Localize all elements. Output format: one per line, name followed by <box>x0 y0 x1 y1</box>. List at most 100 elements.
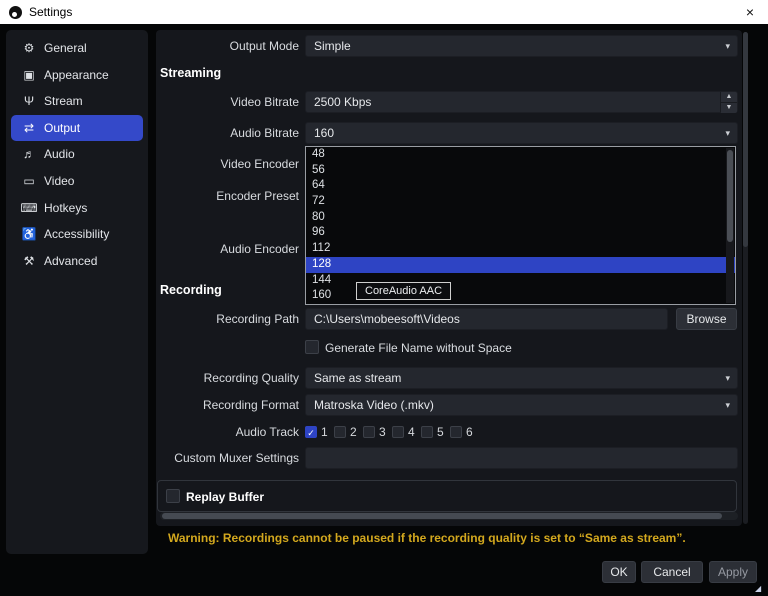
sidebar-item-label: Video <box>44 174 75 188</box>
spin-down-icon[interactable]: ▼ <box>721 103 737 113</box>
sidebar-item-label: Advanced <box>44 254 98 268</box>
video-bitrate-spinbox[interactable]: 2500 Kbps ▲ ▼ <box>305 91 738 113</box>
chevron-down-icon: ▾ <box>725 400 730 410</box>
audio-bitrate-select[interactable]: 160 ▾ <box>305 122 738 144</box>
output-icon: ⇄ <box>23 121 35 135</box>
audio-encoder-label: Audio Encoder <box>220 242 299 256</box>
sidebar: ⚙ General ▣ Appearance Ψ Stream ⇄ Output ♬ Au… <box>6 30 148 554</box>
recording-path-label: Recording Path <box>216 312 299 326</box>
output-mode-select[interactable]: Simple ▾ <box>305 35 738 57</box>
sidebar-item-general[interactable]: ⚙ General <box>11 35 143 61</box>
resize-grip[interactable]: ◢ <box>755 585 763 593</box>
sidebar-item-advanced[interactable]: ⚒ Advanced <box>11 248 143 274</box>
sidebar-item-audio[interactable]: ♬ Audio <box>11 141 143 167</box>
audio-bitrate-label: Audio Bitrate <box>230 126 299 140</box>
audio-track-3-label: 3 <box>379 425 386 439</box>
video-bitrate-value: 2500 Kbps <box>314 95 372 109</box>
recording-quality-select[interactable]: Same as stream ▾ <box>305 367 738 389</box>
horizontal-scrollbar[interactable] <box>160 512 738 520</box>
sidebar-item-accessibility[interactable]: ♿ Accessibility <box>11 221 143 247</box>
sidebar-item-label: General <box>44 41 87 55</box>
video-encoder-label: Video Encoder <box>220 157 299 171</box>
recording-quality-label: Recording Quality <box>203 371 299 385</box>
custom-muxer-input[interactable] <box>305 447 738 469</box>
sidebar-item-label: Audio <box>44 147 75 161</box>
sidebar-item-label: Accessibility <box>44 227 110 241</box>
generate-filename-checkbox[interactable] <box>305 340 319 354</box>
audio-track-3-checkbox[interactable] <box>363 426 375 438</box>
vertical-scrollbar-thumb[interactable] <box>743 32 748 247</box>
recording-section-header: Recording <box>160 283 222 297</box>
spin-up-icon[interactable]: ▲ <box>721 92 737 103</box>
dropdown-option-highlighted[interactable]: 128 <box>306 256 735 273</box>
horizontal-scrollbar-thumb[interactable] <box>162 513 722 519</box>
sidebar-item-label: Appearance <box>44 68 109 82</box>
dropdown-scrollbar[interactable] <box>726 148 734 303</box>
dropdown-option[interactable]: 96 <box>306 225 735 241</box>
sidebar-item-appearance[interactable]: ▣ Appearance <box>11 62 143 88</box>
dropdown-option[interactable]: 80 <box>306 210 735 226</box>
audio-track-4-label: 4 <box>408 425 415 439</box>
sidebar-item-label: Hotkeys <box>44 201 88 215</box>
sidebar-item-hotkeys[interactable]: ⌨ Hotkeys <box>11 195 143 221</box>
audio-track-label: Audio Track <box>235 425 299 439</box>
chevron-down-icon: ▾ <box>725 373 730 383</box>
antenna-icon: Ψ <box>23 94 35 108</box>
replay-buffer-checkbox[interactable] <box>166 489 180 503</box>
dropdown-option[interactable]: 72 <box>306 194 735 210</box>
dropdown-scrollbar-thumb[interactable] <box>727 150 733 242</box>
recording-format-label: Recording Format <box>202 398 299 412</box>
sidebar-item-label: Stream <box>44 94 83 108</box>
audio-track-4-checkbox[interactable] <box>392 426 404 438</box>
appearance-icon: ▣ <box>23 68 35 82</box>
generate-filename-label: Generate File Name without Space <box>325 341 512 355</box>
keyboard-icon: ⌨ <box>20 201 38 215</box>
vertical-scrollbar[interactable] <box>743 32 748 524</box>
dropdown-option[interactable]: 48 <box>306 147 735 163</box>
output-mode-label: Output Mode <box>229 39 299 53</box>
recording-path-input[interactable] <box>305 308 668 330</box>
audio-track-5-checkbox[interactable] <box>421 426 433 438</box>
warning-text: Warning: Recordings cannot be paused if … <box>168 531 686 545</box>
recording-format-value: Matroska Video (.mkv) <box>314 398 434 412</box>
apply-button[interactable]: Apply <box>709 561 757 583</box>
output-mode-value: Simple <box>314 39 351 53</box>
browse-button[interactable]: Browse <box>676 308 737 330</box>
cancel-button[interactable]: Cancel <box>641 561 703 583</box>
audio-track-2-label: 2 <box>350 425 357 439</box>
custom-muxer-label: Custom Muxer Settings <box>174 451 299 465</box>
recording-format-select[interactable]: Matroska Video (.mkv) ▾ <box>305 394 738 416</box>
gear-icon: ⚙ <box>23 41 35 55</box>
audio-track-2-checkbox[interactable] <box>334 426 346 438</box>
dropdown-option[interactable]: 64 <box>306 178 735 194</box>
encoder-tooltip: CoreAudio AAC <box>356 282 452 300</box>
sidebar-item-stream[interactable]: Ψ Stream <box>11 88 143 114</box>
chevron-down-icon: ▾ <box>725 41 730 51</box>
close-icon[interactable]: × <box>746 2 754 22</box>
accessibility-icon: ♿ <box>21 227 37 241</box>
audio-track-1-checkbox[interactable]: ✓ <box>305 426 317 438</box>
audio-bitrate-value: 160 <box>314 126 335 140</box>
chevron-down-icon: ▾ <box>725 128 730 138</box>
spinner-buttons: ▲ ▼ <box>720 92 737 113</box>
tools-icon: ⚒ <box>23 254 35 268</box>
replay-buffer-label: Replay Buffer <box>186 490 265 504</box>
sidebar-item-video[interactable]: ▭ Video <box>11 168 143 194</box>
dropdown-option[interactable]: 112 <box>306 241 735 257</box>
ok-button[interactable]: OK <box>602 561 636 583</box>
obs-logo-detail <box>12 11 17 17</box>
speaker-icon: ♬ <box>23 147 35 161</box>
encoder-preset-label: Encoder Preset <box>216 189 299 203</box>
video-bitrate-label: Video Bitrate <box>230 95 300 109</box>
dropdown-option[interactable]: 56 <box>306 163 735 179</box>
audio-track-6-label: 6 <box>466 425 473 439</box>
audio-track-6-checkbox[interactable] <box>450 426 462 438</box>
streaming-section-header: Streaming <box>160 66 222 80</box>
sidebar-item-output[interactable]: ⇄ Output <box>11 115 143 141</box>
audio-track-5-label: 5 <box>437 425 444 439</box>
audio-track-1-label: 1 <box>321 425 328 439</box>
display-icon: ▭ <box>23 174 35 188</box>
sidebar-item-label: Output <box>44 121 81 135</box>
window-title: Settings <box>29 5 73 19</box>
recording-quality-value: Same as stream <box>314 371 402 385</box>
